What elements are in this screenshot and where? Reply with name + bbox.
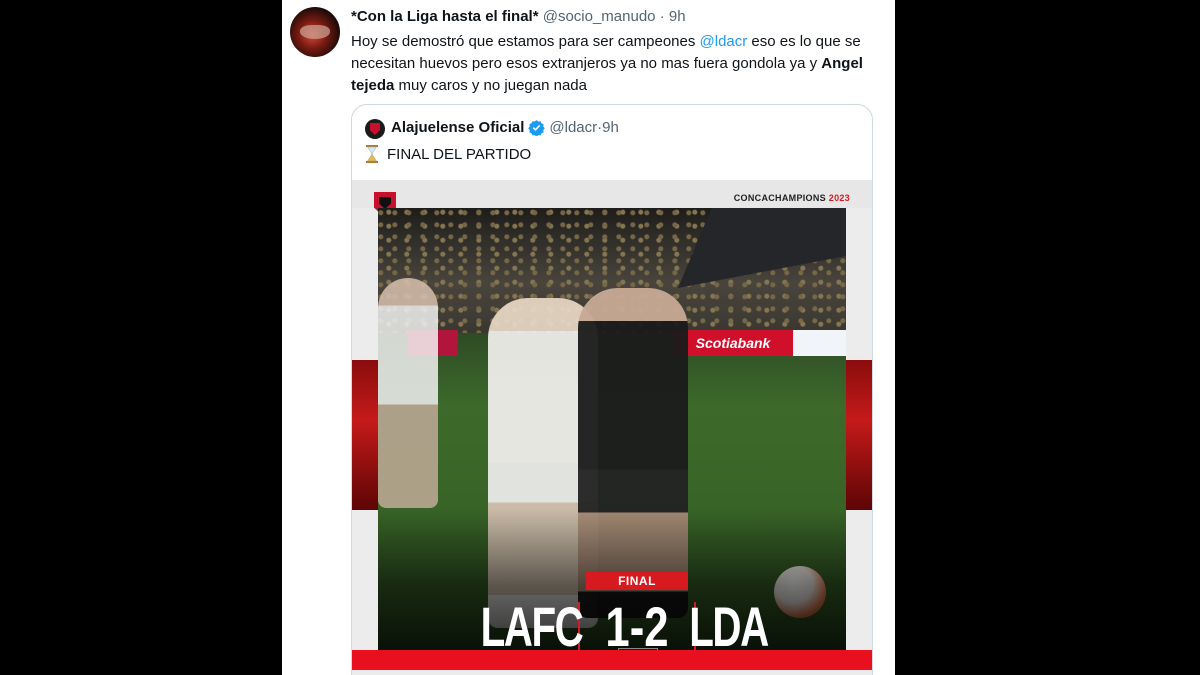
quoted-display-name[interactable]: Alajuelense Oficial — [391, 119, 524, 136]
side-artwork — [352, 360, 378, 510]
score: 1-2 — [605, 595, 669, 651]
handle[interactable]: @socio_manudo — [543, 8, 656, 25]
side-artwork — [846, 360, 872, 510]
club-crest-icon — [370, 123, 380, 135]
tweet-text-part: muy caros y no juegan nada — [394, 77, 587, 94]
ad-board — [793, 330, 846, 356]
tweet[interactable]: *Con la Liga hasta el final* @socio_manu… — [282, 0, 895, 675]
away-team: LDA — [689, 595, 769, 651]
scoreline: LAFC 1-2 LDA — [378, 595, 846, 651]
final-label: FINAL — [586, 572, 688, 590]
sponsor-board: Scotiabank — [673, 330, 793, 356]
hourglass-icon — [366, 145, 378, 163]
mention-link[interactable]: @ldacr — [700, 33, 748, 50]
display-name[interactable]: *Con la Liga hasta el final* — [351, 8, 539, 25]
quoted-text-content: FINAL DEL PARTIDO — [387, 145, 532, 163]
verified-badge-icon — [528, 120, 546, 136]
quoted-text: FINAL DEL PARTIDO — [365, 145, 531, 163]
right-black-margin — [895, 0, 1200, 675]
tournament-tag: CONCACHAMPIONS 2023 — [734, 193, 850, 203]
separator: · — [659, 8, 665, 25]
match-result-image[interactable]: CONCACHAMPIONS 2023 Scotiabank FINAL LAF… — [352, 180, 872, 675]
tweet-header: *Con la Liga hasta el final* @socio_manu… — [351, 8, 686, 25]
quoted-avatar[interactable] — [365, 119, 385, 139]
timestamp[interactable]: 9h — [669, 8, 686, 25]
tweet-text: Hoy se demostró que estamos para ser cam… — [351, 31, 876, 97]
tweet-text-part: Hoy se demostró que estamos para ser cam… — [351, 33, 700, 50]
player-silhouette — [378, 278, 438, 508]
tournament-year: 2023 — [828, 193, 850, 203]
bottom-red-bar — [352, 650, 872, 670]
avatar[interactable] — [290, 7, 340, 57]
home-team: LAFC — [480, 595, 584, 651]
left-black-margin — [0, 0, 282, 675]
tournament-name: CONCACHAMPIONS — [733, 193, 826, 203]
avatar-photo — [300, 25, 330, 39]
quoted-handle[interactable]: @ldacr — [549, 119, 597, 136]
match-photo: Scotiabank FINAL LAFC 1-2 LDA — [378, 208, 846, 650]
quoted-timestamp[interactable]: 9h — [602, 119, 619, 136]
quoted-header: Alajuelense Oficial @ldacr · 9h — [391, 119, 619, 136]
quoted-tweet[interactable]: Alajuelense Oficial @ldacr · 9h FINAL DE… — [351, 104, 873, 675]
